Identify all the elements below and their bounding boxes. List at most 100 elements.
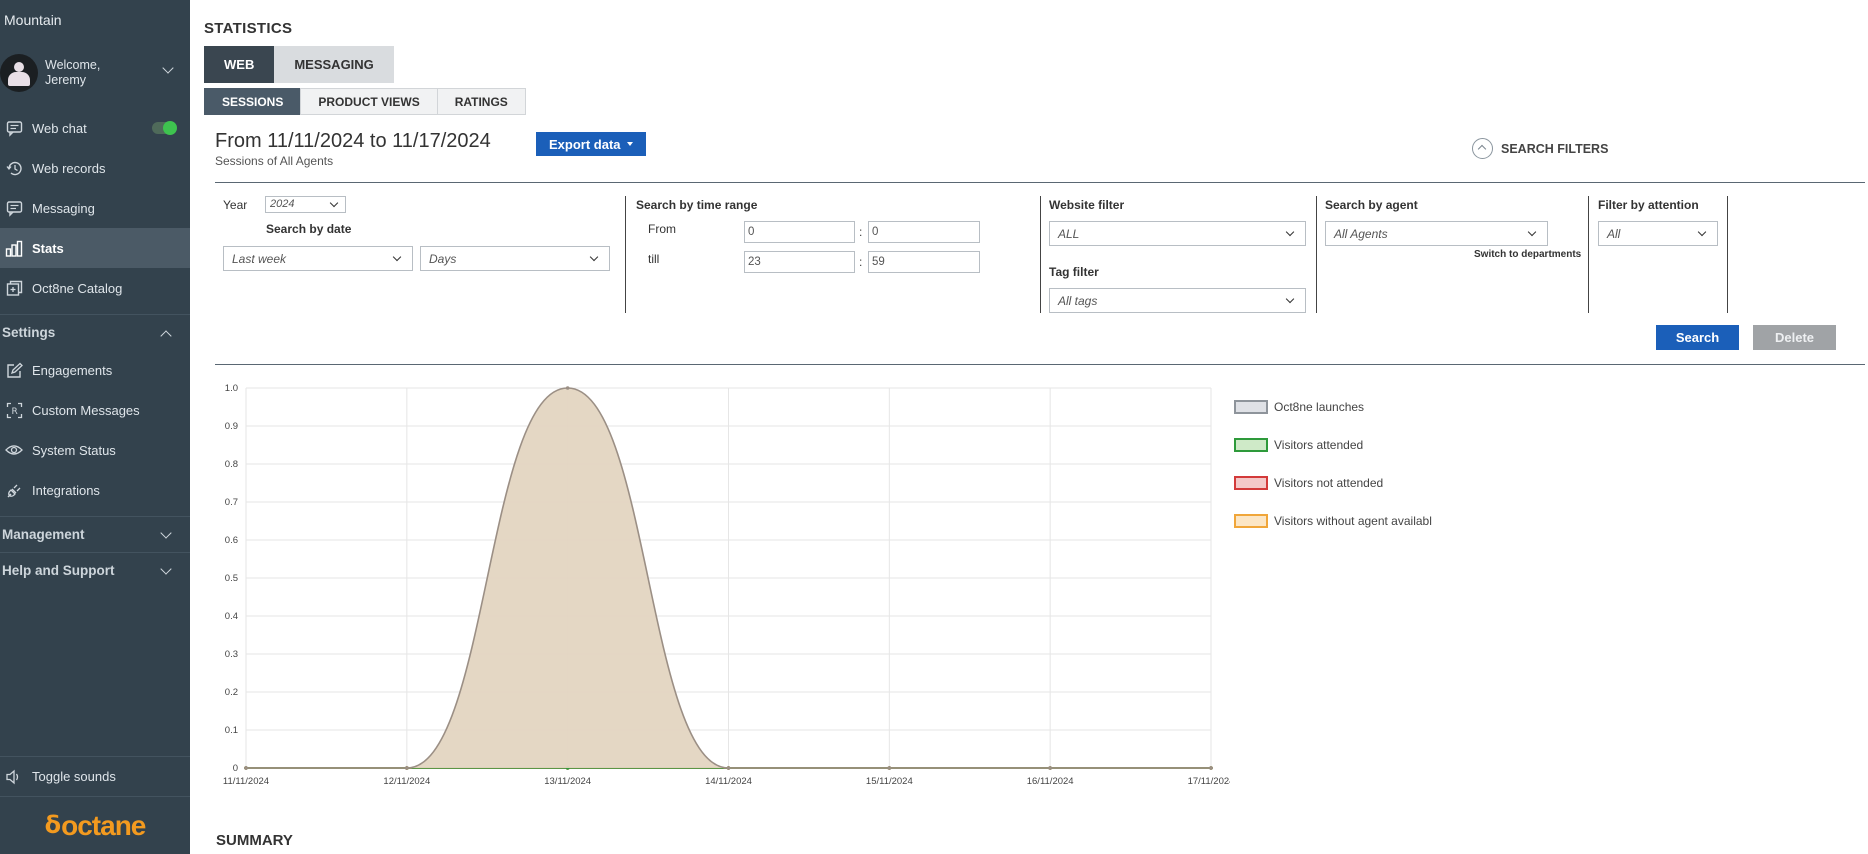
legend-label: Visitors not attended [1274, 476, 1384, 490]
y-tick-label: 0.8 [225, 459, 238, 470]
nav-web-records[interactable]: Web records [0, 148, 190, 188]
chevron-down-icon [329, 198, 339, 208]
tab-product-views[interactable]: PRODUCT VIEWS [300, 88, 438, 115]
help-section[interactable]: Help and Support [0, 552, 190, 588]
website-filter-label: Website filter [1049, 198, 1125, 212]
chevron-down-icon [1527, 227, 1537, 237]
sidebar: Mountain Welcome, Jeremy Web chat Web re… [0, 0, 190, 854]
chevron-down-icon[interactable] [160, 563, 172, 575]
main-tabs: WEB MESSAGING [204, 46, 394, 83]
x-tick-label: 13/11/2024 [544, 776, 591, 787]
y-tick-label: 0 [233, 763, 238, 774]
settings-section[interactable]: Settings [0, 314, 190, 350]
from-label: From [648, 222, 676, 236]
y-tick-label: 0.1 [225, 725, 238, 736]
chevron-down-icon[interactable] [160, 527, 172, 539]
delete-button[interactable]: Delete [1753, 325, 1836, 350]
time-range-label: Search by time range [636, 198, 758, 212]
till-hour-input[interactable]: 23 [744, 251, 855, 273]
nav-catalog[interactable]: Oct8ne Catalog [0, 268, 190, 308]
x-tick-label: 11/11/2024 [223, 776, 269, 787]
tab-ratings[interactable]: RATINGS [436, 88, 526, 115]
agent-select[interactable]: All Agents [1325, 221, 1548, 246]
legend-item[interactable]: Visitors not attended [1234, 476, 1432, 514]
nav-integrations[interactable]: Integrations [0, 470, 190, 510]
from-minute-input[interactable]: 0 [868, 221, 980, 243]
x-tick-label: 12/11/2024 [383, 776, 430, 787]
filter-divider [1588, 196, 1589, 313]
data-point [1209, 766, 1213, 770]
y-tick-label: 0.5 [225, 573, 238, 584]
settings-title: Settings [2, 325, 56, 340]
user-menu[interactable]: Welcome, Jeremy [0, 38, 190, 108]
legend-swatch [1234, 476, 1268, 490]
date-period-select[interactable]: Last week [223, 246, 413, 271]
chevron-down-icon [1285, 294, 1295, 304]
date-unit-select[interactable]: Days [420, 246, 610, 271]
legend-swatch [1234, 514, 1268, 528]
legend-label: Visitors without agent availabl [1274, 514, 1432, 528]
nav-label: Messaging [32, 200, 95, 216]
switch-departments-link[interactable]: Switch to departments [1474, 249, 1581, 260]
legend-item[interactable]: Visitors attended [1234, 438, 1432, 476]
website-filter-select[interactable]: ALL [1049, 221, 1306, 246]
chart-legend: Oct8ne launches Visitors attended Visitors… [1234, 400, 1432, 552]
chevron-down-icon [1285, 227, 1295, 237]
chevron-up-icon[interactable] [160, 330, 172, 342]
tag-filter-select[interactable]: All tags [1049, 288, 1306, 313]
nav-stats[interactable]: Stats [0, 228, 190, 268]
legend-label: Visitors attended [1274, 438, 1364, 452]
tab-web[interactable]: WEB [204, 46, 275, 83]
nav-label: Stats [32, 240, 64, 256]
y-tick-label: 1.0 [225, 383, 238, 394]
data-point [1048, 766, 1052, 770]
user-name: Jeremy [45, 73, 86, 87]
speaker-icon [4, 767, 24, 787]
legend-swatch [1234, 438, 1268, 452]
custom-message-icon: R [4, 400, 24, 420]
nav-label: Web records [32, 160, 106, 176]
legend-item[interactable]: Visitors without agent availabl [1234, 514, 1432, 552]
y-tick-label: 0.3 [225, 649, 238, 660]
nav-messaging[interactable]: Messaging [0, 188, 190, 228]
toggle-sounds[interactable]: Toggle sounds [0, 756, 190, 796]
nav-custom-messages[interactable]: R Custom Messages [0, 390, 190, 430]
nav-label: Web chat [32, 120, 87, 136]
divider [215, 182, 1865, 183]
management-section[interactable]: Management [0, 516, 190, 552]
catalog-icon [4, 278, 24, 298]
nav-engagements[interactable]: Engagements [0, 350, 190, 390]
nav-label: Toggle sounds [32, 769, 116, 784]
nav-label: System Status [32, 442, 116, 458]
x-tick-label: 15/11/2024 [866, 776, 913, 787]
caret-down-icon [626, 142, 633, 146]
tab-messaging[interactable]: MESSAGING [274, 46, 394, 83]
attention-select[interactable]: All [1598, 221, 1718, 246]
summary-heading: SUMMARY [216, 832, 293, 849]
year-select[interactable]: 2024 [265, 196, 346, 213]
tab-sessions[interactable]: SESSIONS [204, 88, 302, 115]
chevron-up-circle-icon [1472, 138, 1493, 159]
legend-item[interactable]: Oct8ne launches [1234, 400, 1432, 438]
till-minute-input[interactable]: 59 [868, 251, 980, 273]
from-hour-input[interactable]: 0 [744, 221, 855, 243]
app-root: Mountain Welcome, Jeremy Web chat Web re… [0, 0, 1868, 854]
org-name: Mountain [4, 12, 62, 28]
edit-icon [4, 360, 24, 380]
nav-web-chat[interactable]: Web chat [0, 108, 190, 148]
date-range-title: From 11/11/2024 to 11/17/2024 [215, 130, 491, 152]
y-tick-label: 0.4 [225, 611, 238, 622]
nav-system-status[interactable]: System Status [0, 430, 190, 470]
web-chat-toggle[interactable] [152, 121, 177, 135]
export-data-button[interactable]: Export data [536, 132, 646, 156]
main-content: STATISTICS WEB MESSAGING SESSIONS PRODUC… [190, 0, 1868, 854]
data-point [887, 766, 892, 770]
search-filters-toggle[interactable]: SEARCH FILTERS [1472, 138, 1608, 159]
nav-label: Oct8ne Catalog [32, 280, 123, 296]
filter-divider [1727, 196, 1728, 313]
x-tick-label: 14/11/2024 [705, 776, 752, 787]
chat-icon [4, 118, 24, 138]
chevron-down-icon[interactable] [162, 62, 174, 74]
data-point [405, 766, 409, 770]
search-button[interactable]: Search [1656, 325, 1739, 350]
